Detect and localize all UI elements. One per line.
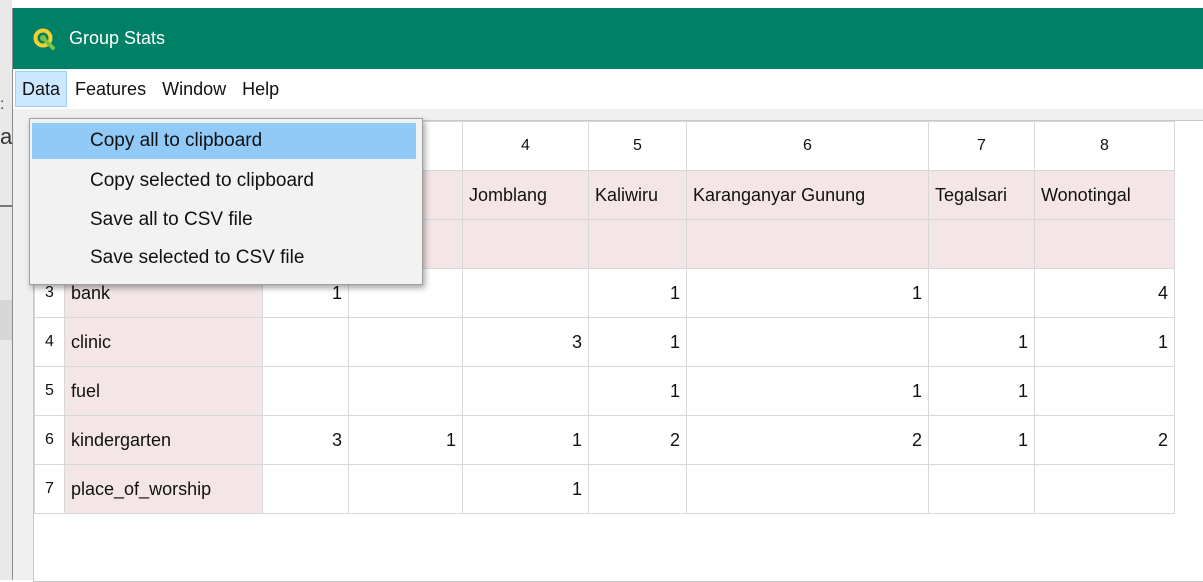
- row-number: 4: [34, 317, 65, 367]
- menu-bar: Data Features Window Help: [13, 69, 1203, 109]
- group-label-cell[interactable]: Karanganyar Gunung: [686, 170, 929, 220]
- category-cell[interactable]: place_of_worship: [64, 464, 263, 514]
- count-cell[interactable]: [262, 366, 349, 416]
- row-number: 5: [34, 366, 65, 416]
- count-cell[interactable]: [928, 464, 1035, 514]
- qgis-logo-icon: [31, 26, 57, 52]
- count-cell[interactable]: 2: [588, 415, 687, 465]
- menu-window[interactable]: Window: [154, 70, 234, 108]
- row-number: 6: [34, 415, 65, 465]
- count-cell[interactable]: [1034, 464, 1175, 514]
- count-cell[interactable]: 1: [462, 415, 589, 465]
- parent-window-edge: : a: [0, 0, 12, 580]
- group-label-cell[interactable]: Wonotingal: [1034, 170, 1175, 220]
- count-cell[interactable]: 1: [928, 366, 1035, 416]
- column-header[interactable]: 6: [686, 121, 929, 171]
- count-cell[interactable]: [588, 464, 687, 514]
- copy-all-to-clipboard-item[interactable]: Copy all to clipboard: [32, 123, 416, 159]
- table-row: 4 clinic 3 1 1 1: [34, 317, 1175, 367]
- group-stats-window: Group Stats Data Features Window Help 4 …: [12, 8, 1203, 582]
- count-cell[interactable]: 1: [928, 317, 1035, 367]
- column-header[interactable]: 7: [928, 121, 1035, 171]
- count-cell[interactable]: [348, 317, 463, 367]
- column-header[interactable]: 8: [1034, 121, 1175, 171]
- count-cell[interactable]: 1: [686, 268, 929, 318]
- category-cell[interactable]: kindergarten: [64, 415, 263, 465]
- group-label-cell[interactable]: Jomblang: [462, 170, 589, 220]
- table-row: 5 fuel 1 1 1: [34, 366, 1175, 416]
- column-header[interactable]: 5: [588, 121, 687, 171]
- table-row: 7 place_of_worship 1: [34, 464, 1175, 514]
- parent-panel: [0, 300, 12, 340]
- count-cell[interactable]: 4: [1034, 268, 1175, 318]
- table-row: 6 kindergarten 3 1 1 2 2 1 2: [34, 415, 1175, 465]
- count-cell[interactable]: [462, 268, 589, 318]
- count-cell[interactable]: 1: [588, 268, 687, 318]
- table-cell[interactable]: [686, 219, 929, 269]
- count-cell[interactable]: 1: [928, 415, 1035, 465]
- parent-divider: [0, 205, 12, 207]
- count-cell[interactable]: 1: [1034, 317, 1175, 367]
- count-cell[interactable]: 1: [462, 464, 589, 514]
- window-title: Group Stats: [69, 28, 166, 48]
- group-label-cell[interactable]: Kaliwiru: [588, 170, 687, 220]
- title-bar[interactable]: Group Stats: [13, 8, 1203, 69]
- data-menu-dropdown: Copy all to clipboard Copy selected to c…: [29, 118, 423, 285]
- copy-selected-to-clipboard-item[interactable]: Copy selected to clipboard: [32, 163, 416, 199]
- category-cell[interactable]: clinic: [64, 317, 263, 367]
- category-cell[interactable]: fuel: [64, 366, 263, 416]
- count-cell[interactable]: 1: [588, 366, 687, 416]
- count-cell[interactable]: [462, 366, 589, 416]
- count-cell[interactable]: 2: [686, 415, 929, 465]
- count-cell[interactable]: [1034, 366, 1175, 416]
- count-cell[interactable]: 3: [462, 317, 589, 367]
- count-cell[interactable]: [928, 268, 1035, 318]
- count-cell[interactable]: [686, 464, 929, 514]
- count-cell[interactable]: 3: [262, 415, 349, 465]
- table-cell[interactable]: [928, 219, 1035, 269]
- menu-features[interactable]: Features: [67, 70, 154, 108]
- count-cell[interactable]: [262, 464, 349, 514]
- save-selected-to-csv-item[interactable]: Save selected to CSV file: [32, 240, 416, 276]
- table-cell[interactable]: [588, 219, 687, 269]
- menu-help[interactable]: Help: [234, 70, 287, 108]
- count-cell[interactable]: 1: [588, 317, 687, 367]
- count-cell[interactable]: [686, 317, 929, 367]
- table-cell[interactable]: [462, 219, 589, 269]
- count-cell[interactable]: 1: [348, 415, 463, 465]
- row-number: 7: [34, 464, 65, 514]
- count-cell[interactable]: [348, 366, 463, 416]
- count-cell[interactable]: 2: [1034, 415, 1175, 465]
- parent-text-fragment: :: [0, 96, 5, 113]
- menu-data[interactable]: Data: [15, 71, 68, 107]
- count-cell[interactable]: [348, 464, 463, 514]
- count-cell[interactable]: [262, 317, 349, 367]
- column-header[interactable]: 4: [462, 121, 589, 171]
- save-all-to-csv-item[interactable]: Save all to CSV file: [32, 202, 416, 238]
- table-cell[interactable]: [1034, 219, 1175, 269]
- count-cell[interactable]: 1: [686, 366, 929, 416]
- parent-text-fragment: a: [0, 124, 13, 149]
- group-label-cell[interactable]: Tegalsari: [928, 170, 1035, 220]
